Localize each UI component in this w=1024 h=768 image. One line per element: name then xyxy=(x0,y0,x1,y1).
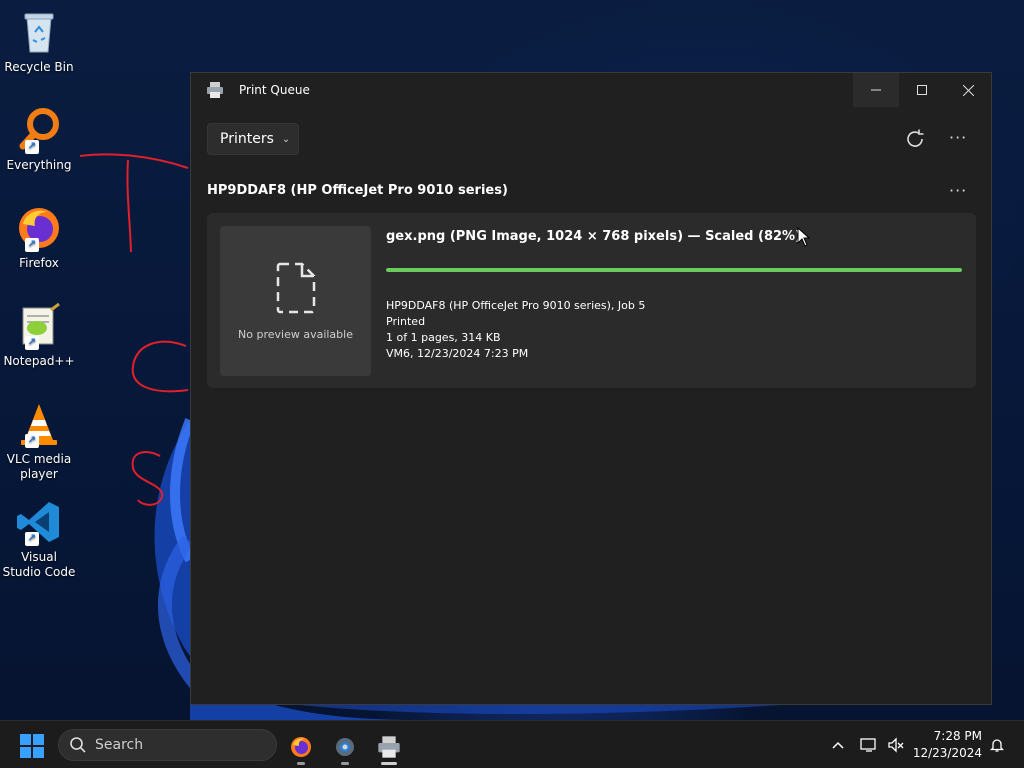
everything-search-icon: ↗ xyxy=(15,106,63,154)
desktop-icon-vlc[interactable]: ↗ VLC media player xyxy=(2,400,76,482)
minimize-button[interactable] xyxy=(853,73,899,107)
document-icon xyxy=(276,262,315,313)
network-icon xyxy=(860,738,876,752)
job-preview: No preview available xyxy=(220,226,371,376)
show-hidden-icons-button[interactable] xyxy=(828,721,848,768)
shortcut-arrow-icon: ↗ xyxy=(25,238,39,252)
running-indicator xyxy=(341,762,349,765)
printer-more-options-button[interactable]: ··· xyxy=(949,181,967,200)
desktop-icon-vscode[interactable]: ↗ Visual Studio Code xyxy=(2,498,76,580)
taskbar-app-firefox[interactable] xyxy=(281,729,321,765)
shortcut-arrow-icon: ↗ xyxy=(25,434,39,448)
close-button[interactable] xyxy=(945,73,991,107)
taskbar-clock[interactable]: 7:28 PM 12/23/2024 xyxy=(913,728,982,762)
vlc-icon: ↗ xyxy=(15,400,63,448)
printer-icon xyxy=(207,82,223,98)
desktop-icon-recycle-bin[interactable]: Recycle Bin xyxy=(2,8,76,75)
title-bar[interactable]: Print Queue xyxy=(191,73,991,107)
printer-icon xyxy=(378,736,400,758)
desktop-icon-firefox[interactable]: ↗ Firefox xyxy=(2,204,76,271)
recycle-bin-icon xyxy=(15,8,63,56)
clock-time: 7:28 PM xyxy=(933,729,982,743)
running-indicator xyxy=(297,762,305,765)
job-progress-fill xyxy=(386,268,962,272)
chevron-down-icon: ⌄ xyxy=(281,133,291,145)
shortcut-arrow-icon: ↗ xyxy=(25,532,39,546)
notepadpp-icon: ↗ xyxy=(15,302,63,350)
firefox-icon xyxy=(291,737,311,757)
taskbar-app-print-queue[interactable] xyxy=(369,729,409,765)
job-owner-time: VM6, 12/23/2024 7:23 PM xyxy=(386,347,529,360)
job-details: HP9DDAF8 (HP OfficeJet Pro 9010 series),… xyxy=(386,298,645,362)
window-title: Print Queue xyxy=(239,83,310,97)
no-preview-text: No preview available xyxy=(238,327,353,341)
maximize-icon xyxy=(917,85,927,95)
clock-date: 12/23/2024 xyxy=(912,746,982,760)
vscode-icon: ↗ xyxy=(15,498,63,546)
settings-gear-icon xyxy=(336,738,354,756)
active-indicator xyxy=(381,762,397,765)
printer-name: HP9DDAF8 (HP OfficeJet Pro 9010 series) xyxy=(207,183,508,198)
desktop-icon-notepadpp[interactable]: ↗ Notepad++ xyxy=(2,302,76,369)
volume-muted-icon xyxy=(888,737,904,753)
taskbar-app-settings[interactable] xyxy=(325,729,365,765)
chevron-up-icon xyxy=(832,741,844,749)
printers-dropdown-button[interactable]: Printers ⌄ xyxy=(207,123,299,155)
mouse-cursor-icon xyxy=(797,227,811,247)
job-title: gex.png (PNG Image, 1024 × 768 pixels) —… xyxy=(386,229,802,244)
job-pages-size: 1 of 1 pages, 314 KB xyxy=(386,331,501,344)
job-status: Printed xyxy=(386,315,426,328)
minimize-icon xyxy=(871,89,881,91)
firefox-icon: ↗ xyxy=(15,204,63,252)
notifications-button[interactable] xyxy=(986,721,1008,768)
desktop-icon-everything[interactable]: ↗ Everything xyxy=(2,106,76,173)
shortcut-arrow-icon: ↗ xyxy=(25,336,39,350)
taskbar: Search 7:28 PM 12/23/2024 xyxy=(0,720,1024,768)
job-progress-bar xyxy=(386,268,962,272)
bell-icon xyxy=(989,739,1005,752)
refresh-button[interactable] xyxy=(903,127,927,151)
start-button[interactable] xyxy=(20,734,44,758)
print-queue-window: Print Queue Printers ⌄ ··· HP9DDAF8 (HP … xyxy=(190,72,992,705)
taskbar-search-box[interactable]: Search xyxy=(58,729,277,761)
network-button[interactable] xyxy=(858,721,880,768)
volume-button[interactable] xyxy=(885,721,907,768)
more-options-button[interactable]: ··· xyxy=(949,128,967,147)
print-job-card[interactable]: No preview available gex.png (PNG Image,… xyxy=(207,213,976,388)
job-printer-line: HP9DDAF8 (HP OfficeJet Pro 9010 series),… xyxy=(386,299,646,312)
search-icon xyxy=(70,737,86,753)
maximize-button[interactable] xyxy=(899,73,945,107)
shortcut-arrow-icon: ↗ xyxy=(25,140,39,154)
close-icon xyxy=(962,84,974,96)
